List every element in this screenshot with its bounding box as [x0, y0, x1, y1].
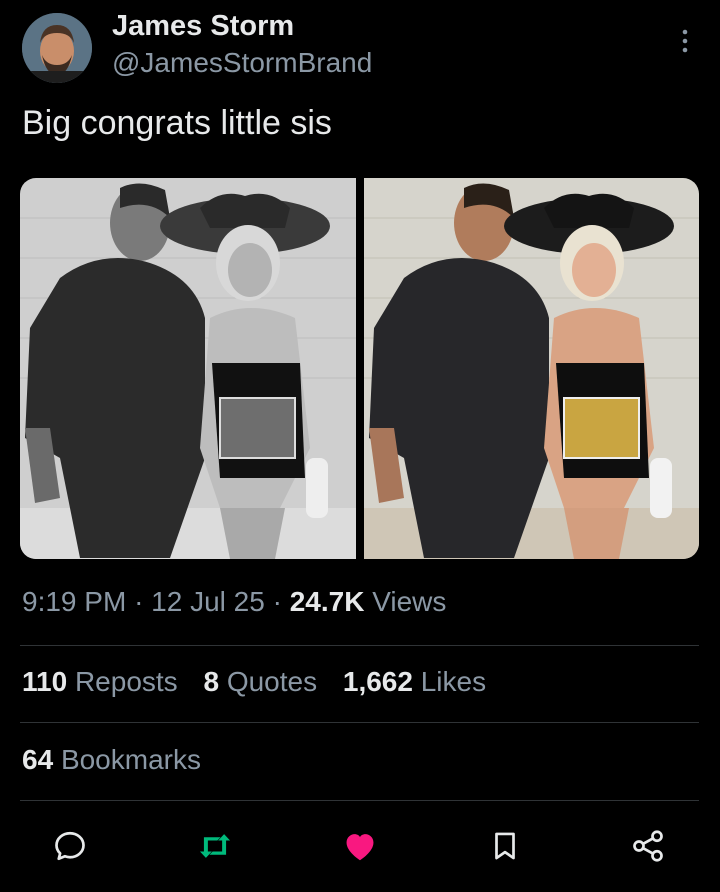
author-handle[interactable]: @JamesStormBrand: [112, 47, 372, 79]
bookmark-button[interactable]: [485, 826, 525, 866]
engagement-stats: 110 Reposts 8 Quotes 1,662 Likes: [22, 666, 504, 698]
tweet-time[interactable]: 9:19 PM: [22, 586, 126, 617]
quotes-label: Quotes: [226, 666, 318, 697]
action-bar: [0, 826, 720, 866]
like-button[interactable]: [340, 826, 380, 866]
views-label: Views: [372, 586, 447, 617]
share-icon: [633, 830, 663, 862]
divider: [20, 722, 699, 723]
divider: [20, 800, 699, 801]
reposts-stat[interactable]: 110 Reposts: [22, 666, 185, 697]
likes-label: Likes: [420, 666, 487, 697]
avatar[interactable]: [22, 13, 92, 83]
share-button[interactable]: [628, 826, 668, 866]
reply-icon: [55, 831, 85, 861]
tweet-text: Big congrats little sis: [22, 104, 332, 142]
reposts-count: 110: [22, 666, 68, 697]
heart-icon: [346, 834, 374, 861]
reposts-label: Reposts: [74, 666, 178, 697]
quotes-stat[interactable]: 8 Quotes: [203, 666, 324, 697]
repost-button[interactable]: [195, 826, 235, 866]
tweet-date[interactable]: 12 Jul 25: [151, 586, 265, 617]
media-grid: [20, 178, 699, 559]
bookmarks-label: Bookmarks: [60, 744, 201, 775]
author-name[interactable]: James Storm: [112, 10, 294, 43]
bookmarks-count: 64: [22, 744, 54, 775]
likes-count: 1,662: [342, 666, 413, 697]
photo-color[interactable]: [363, 178, 699, 559]
quotes-count: 8: [203, 666, 220, 697]
meta-separator: ·: [134, 586, 144, 617]
reply-button[interactable]: [50, 826, 90, 866]
photo-grayscale[interactable]: [20, 178, 356, 559]
bookmark-icon: [495, 832, 515, 860]
more-options-icon[interactable]: [670, 26, 700, 56]
repost-icon: [199, 834, 231, 858]
bookmarks-stat[interactable]: 64 Bookmarks: [22, 744, 201, 776]
meta-separator: ·: [272, 586, 282, 617]
views-count: 24.7K: [289, 586, 365, 617]
likes-stat[interactable]: 1,662 Likes: [343, 666, 486, 697]
tweet-meta: 9:19 PM · 12 Jul 25 · 24.7K Views: [22, 586, 446, 618]
divider: [20, 645, 699, 646]
